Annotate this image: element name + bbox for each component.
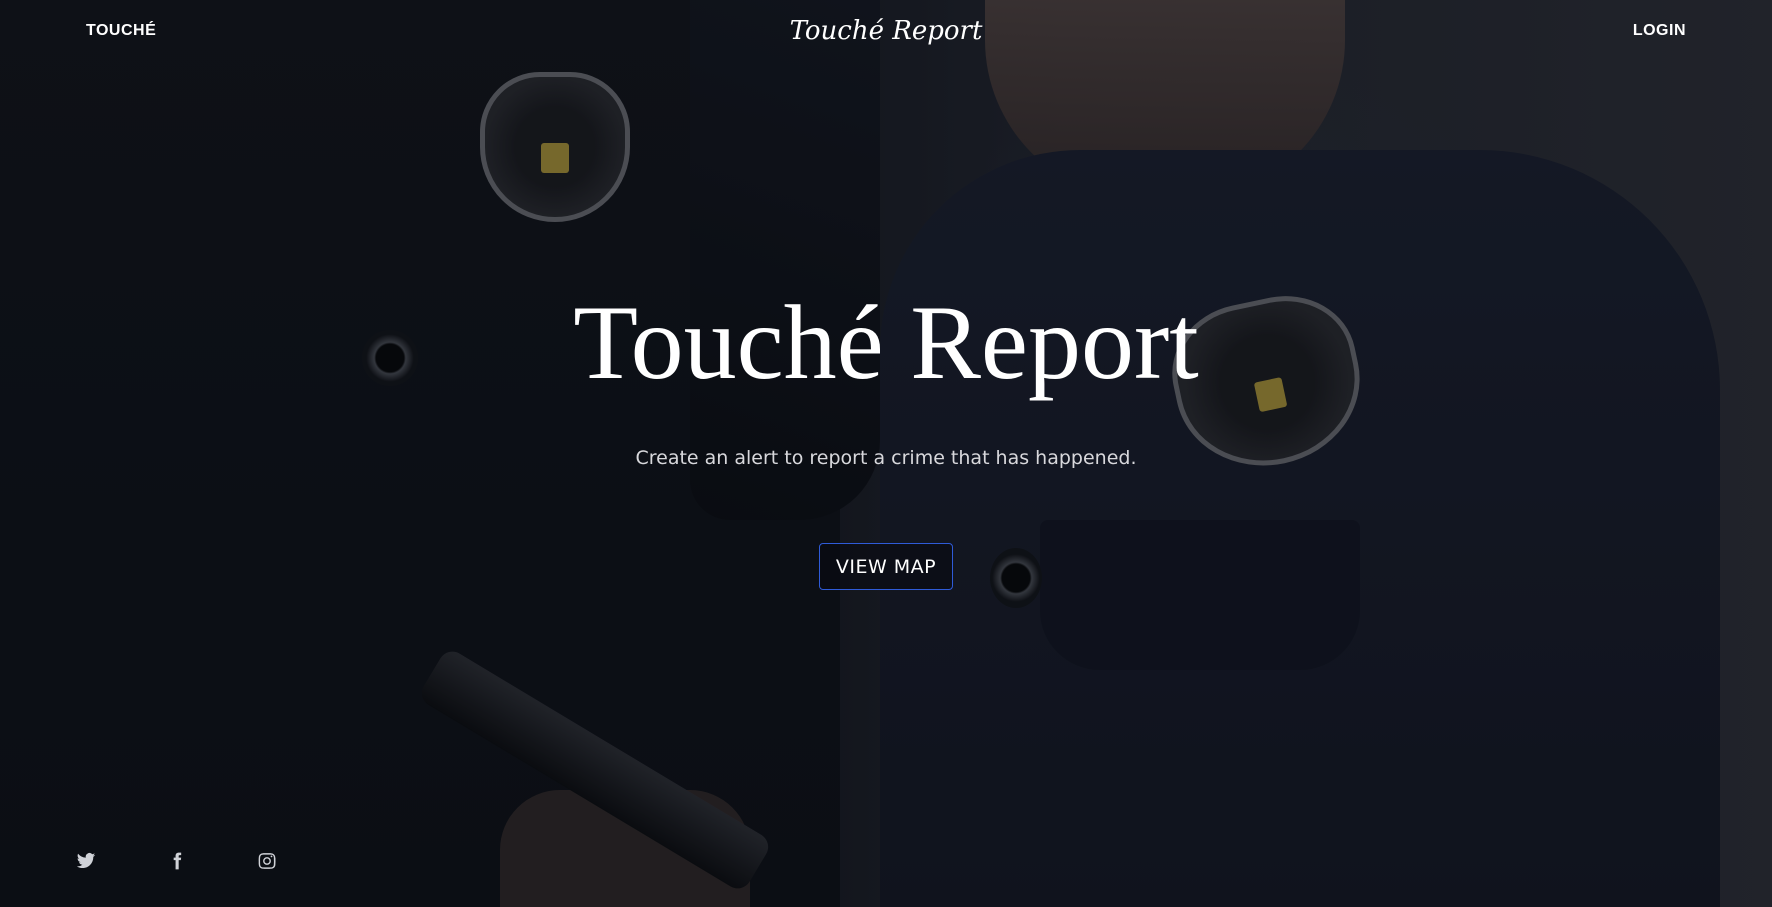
nav-title: Touché Report — [789, 16, 983, 46]
view-map-button[interactable]: VIEW MAP — [819, 543, 953, 590]
hero-title: Touché Report — [573, 284, 1199, 401]
instagram-icon[interactable] — [256, 850, 278, 872]
hero-subtitle: Create an alert to report a crime that h… — [635, 447, 1137, 469]
twitter-icon[interactable] — [75, 850, 97, 872]
facebook-icon[interactable] — [166, 850, 188, 872]
login-link[interactable]: LOGIN — [1633, 22, 1686, 40]
